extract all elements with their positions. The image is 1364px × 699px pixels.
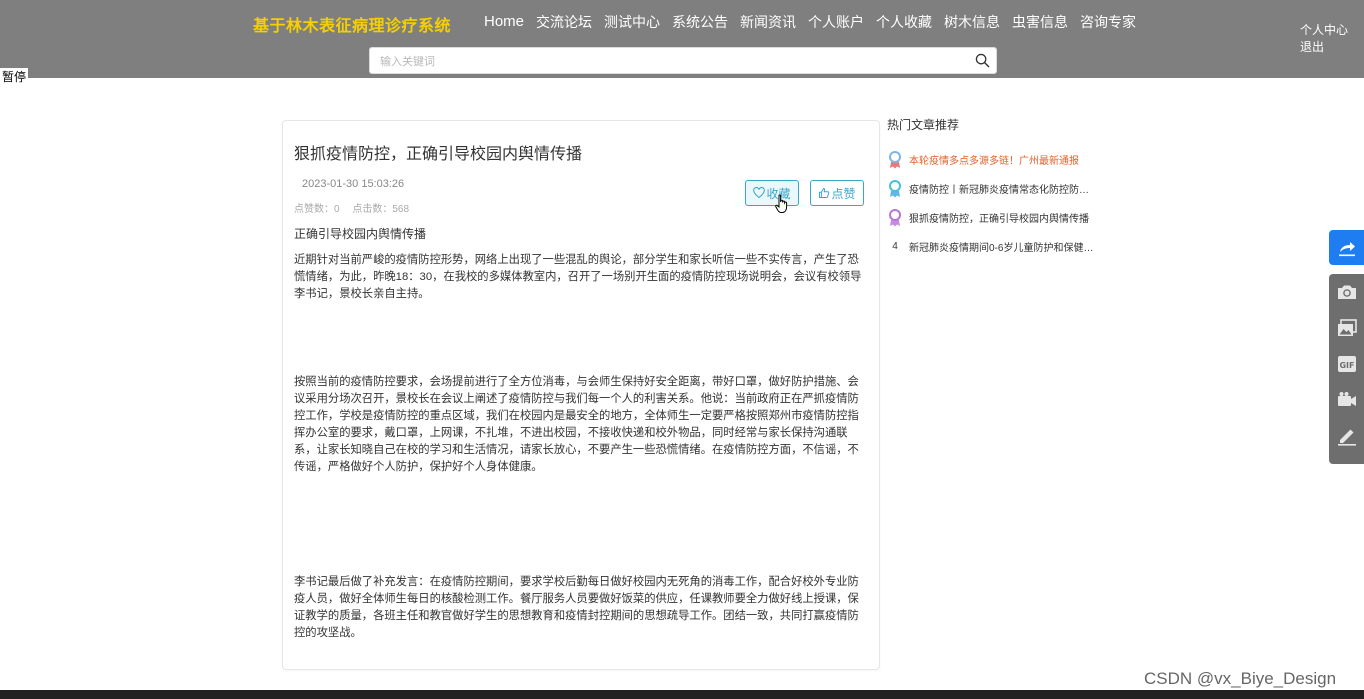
hot-article-text: 新冠肺炎疫情期间0-6岁儿童防护和保健要点 [909,243,1094,254]
user-links: 个人中心 退出 [1300,22,1348,56]
article-subtitle: 正确引导校园内舆情传播 [294,227,427,241]
article-paragraph: 李书记最后做了补充发言：在疫情防控期间，要求学校后勤每日做好校园内无死角的消毒工… [294,576,859,639]
click-count: 点击数：568 [352,204,410,215]
nav-item-pest-info[interactable]: 虫害信息 [1006,12,1074,32]
nav-item-account[interactable]: 个人账户 [802,12,870,32]
share-arrow-icon [1338,241,1355,256]
search-icon[interactable] [975,53,990,68]
nav-item-home[interactable]: Home [478,12,530,32]
heart-icon [753,187,766,199]
gold-medal-icon [887,150,903,170]
nav-item-forum[interactable]: 交流论坛 [530,12,598,32]
thumbs-up-icon [819,188,830,198]
image-icon[interactable] [1336,317,1358,339]
search-input[interactable] [378,52,972,71]
search-bar [369,47,997,74]
hot-article-item[interactable]: 4 新冠肺炎疫情期间0-6岁儿童防护和保健要点 [887,232,1097,261]
hot-articles-title: 热门文章推荐 [887,118,960,132]
pause-label[interactable]: 暂停 [0,68,29,85]
nav-item-consult-expert[interactable]: 咨询专家 [1074,12,1142,32]
top-header: 基于林木表征病理诊疗系统 Home 交流论坛 测试中心 系统公告 新闻资讯 个人… [0,0,1364,78]
like-label: 点赞 [831,186,856,201]
camera-icon[interactable] [1336,281,1358,303]
share-button[interactable] [1329,230,1364,265]
hot-articles-list: 本轮疫情多点多源多链！广州最新通报 疫情防控丨新冠肺炎疫情常态化防控防护知识 狠… [887,145,1097,261]
nav-item-favorites[interactable]: 个人收藏 [870,12,938,32]
like-count: 点赞数：0 [294,204,340,215]
csdn-watermark: CSDN @vx_Biye_Design [1144,669,1337,688]
hot-article-text: 本轮疫情多点多源多链！广州最新通报 [909,156,1079,167]
article-paragraph: 按照当前的疫情防控要求，会场提前进行了全方位消毒，与会师生保持好安全距离，带好口… [294,376,859,473]
nav-item-announcements[interactable]: 系统公告 [666,12,734,32]
silver-medal-icon [887,179,903,199]
article-title: 狠抓疫情防控，正确引导校园内舆情传播 [294,146,583,163]
article-card: 狠抓疫情防控，正确引导校园内舆情传播 2023-01-30 15:03:26 点… [282,120,880,670]
nav-item-news[interactable]: 新闻资讯 [734,12,802,32]
hot-article-item[interactable]: 本轮疫情多点多源多链！广州最新通报 [887,145,1097,174]
article-paragraph: 近期针对当前严峻的疫情防控形势，网络上出现了一些混乱的舆论，部分学生和家长听信一… [294,254,862,300]
pencil-icon[interactable] [1336,425,1358,447]
gif-icon[interactable]: GIF [1336,353,1358,375]
hot-article-rank: 4 [892,241,898,252]
collect-button[interactable]: 收藏 [745,180,799,206]
nav-item-test-center[interactable]: 测试中心 [598,12,666,32]
hot-article-text: 狠抓疫情防控，正确引导校园内舆情传播 [909,214,1089,225]
hot-article-item[interactable]: 疫情防控丨新冠肺炎疫情常态化防控防护知识 [887,174,1097,203]
video-camera-icon[interactable] [1336,389,1358,411]
site-brand[interactable]: 基于林木表征病理诊疗系统 [253,12,451,36]
svg-text:GIF: GIF [1339,361,1354,370]
nav-item-tree-info[interactable]: 树木信息 [938,12,1006,32]
hot-article-text: 疫情防控丨新冠肺炎疫情常态化防控防护知识 [909,185,1094,196]
main-nav: Home 交流论坛 测试中心 系统公告 新闻资讯 个人账户 个人收藏 树木信息 … [478,12,1142,32]
like-button[interactable]: 点赞 [810,180,864,206]
bottom-bar [0,690,1364,699]
article-stats: 点赞数：0 点击数：568 [294,200,419,215]
logout-link[interactable]: 退出 [1300,39,1348,56]
user-center-link[interactable]: 个人中心 [1300,22,1348,39]
bronze-medal-icon [887,208,903,228]
capture-toolbar: GIF [1329,274,1364,464]
hand-cursor-icon [775,194,788,213]
hot-article-item[interactable]: 狠抓疫情防控，正确引导校园内舆情传播 [887,203,1097,232]
article-date: 2023-01-30 15:03:26 [302,178,405,190]
